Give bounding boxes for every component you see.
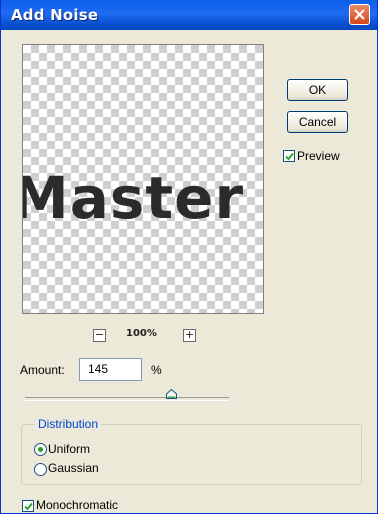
cancel-button[interactable]: Cancel — [287, 111, 348, 133]
gaussian-label[interactable]: Gaussian — [48, 461, 99, 475]
zoom-in-button[interactable]: + — [183, 329, 196, 342]
amount-label: Amount: — [20, 363, 65, 377]
dialog-title: Add Noise — [11, 6, 99, 24]
zoom-out-icon: − — [94, 328, 105, 341]
preview-image-text: Master — [22, 164, 245, 232]
preview-checkbox[interactable] — [283, 150, 295, 162]
amount-input[interactable]: 145 — [79, 358, 142, 381]
monochromatic-label[interactable]: Monochromatic — [36, 498, 118, 512]
zoom-in-icon: + — [184, 328, 195, 341]
distribution-title: Distribution — [35, 417, 102, 431]
monochromatic-checkbox[interactable] — [22, 500, 34, 512]
zoom-level: 100% — [126, 328, 157, 339]
ok-button[interactable]: OK — [287, 79, 348, 101]
checkmark-icon — [24, 502, 33, 511]
preview-canvas[interactable]: Master — [22, 44, 264, 314]
amount-unit: % — [151, 363, 162, 377]
uniform-radio[interactable] — [34, 443, 47, 456]
amount-slider-thumb[interactable] — [166, 389, 178, 399]
uniform-label[interactable]: Uniform — [48, 442, 90, 456]
gaussian-radio[interactable] — [34, 463, 47, 476]
title-bar[interactable]: Add Noise — [1, 0, 377, 30]
radio-selected-dot — [38, 447, 43, 452]
close-icon[interactable] — [349, 4, 370, 25]
zoom-out-button[interactable]: − — [93, 329, 106, 342]
checkmark-icon — [285, 152, 294, 161]
preview-label[interactable]: Preview — [297, 149, 340, 163]
add-noise-dialog: Add Noise Master − 100% + OK Cancel Prev… — [0, 0, 378, 514]
amount-slider-track[interactable] — [25, 397, 229, 401]
